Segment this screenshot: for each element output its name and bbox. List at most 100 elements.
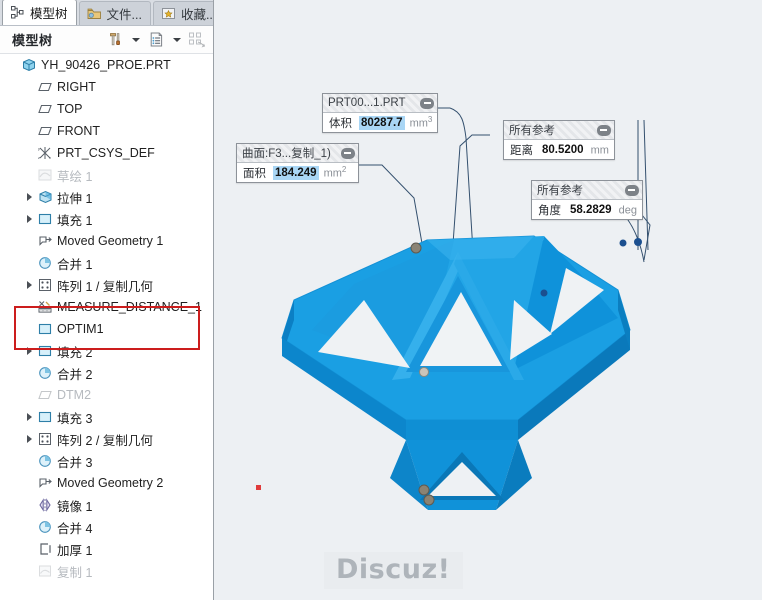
tree-item-19[interactable]: Moved Geometry 2 [0, 472, 213, 494]
angle-callout[interactable]: 所有参考 角度 58.2829 deg [531, 180, 643, 220]
tree-item-22[interactable]: 加厚 1 [0, 538, 213, 560]
tree-item-14[interactable]: 合并 2 [0, 362, 213, 384]
part-icon [20, 57, 38, 73]
discuz-watermark: Discuz! [324, 552, 463, 589]
angle-callout-title: 所有参考 [537, 185, 583, 197]
tab-model-tree-label: 模型树 [30, 7, 68, 21]
cad-solid-body [281, 235, 631, 510]
tree-item-7[interactable]: 填充 1 [0, 208, 213, 230]
tree-item-20[interactable]: 镜像 1 [0, 494, 213, 516]
minus-icon[interactable] [420, 97, 435, 109]
expand-toggle-icon[interactable] [22, 435, 36, 443]
folder-icon [87, 6, 102, 21]
tree-filter-off-icon[interactable] [185, 29, 209, 51]
merge-icon [36, 453, 54, 469]
list-settings-icon[interactable] [144, 29, 168, 51]
pattern-icon [36, 277, 54, 293]
display-chevron-down-icon[interactable] [170, 29, 183, 51]
expand-toggle-icon[interactable] [22, 347, 36, 355]
measure-distance-icon [36, 299, 54, 315]
model-tree-icon [10, 5, 25, 20]
merge-icon [36, 519, 54, 535]
tree-item-label: 合并 2 [57, 367, 93, 382]
tree-item-4[interactable]: y z x PRT_CSYS_DEF [0, 142, 213, 164]
cad-model-scene [281, 107, 651, 510]
datum-plane-icon [36, 101, 54, 117]
mirror-icon [36, 497, 54, 513]
volume-unit: mm3 [409, 115, 433, 130]
tree-item-5[interactable]: 草绘 1 [0, 164, 213, 186]
tree-item-1[interactable]: RIGHT [0, 76, 213, 98]
tab-favorites[interactable]: 收藏... [152, 1, 213, 25]
thicken-icon [36, 541, 54, 557]
area-callout-body: 面积 184.249 mm2 [237, 163, 358, 182]
tools-chevron-down-icon[interactable] [129, 29, 142, 51]
tree-item-9[interactable]: 合并 1 [0, 252, 213, 274]
tree-item-13[interactable]: 填充 2 [0, 340, 213, 362]
tree-item-label: 镜像 1 [57, 499, 93, 514]
tree-item-label: FRONT [57, 124, 101, 138]
tree-item-8[interactable]: Moved Geometry 1 [0, 230, 213, 252]
tree-item-0[interactable]: YH_90426_PROE.PRT [0, 54, 213, 76]
tree-item-12[interactable]: OPTIM1 [0, 318, 213, 340]
moved-geometry-icon [36, 233, 54, 249]
expand-toggle-icon[interactable] [22, 281, 36, 289]
model-tree-list[interactable]: YH_90426_PROE.PRT RIGHT TOP FRONT y z x PRT_CSY… [0, 54, 213, 599]
tree-item-label: 拉伸 1 [57, 191, 93, 206]
datum-plane-icon [36, 387, 54, 403]
angle-callout-header: 所有参考 [532, 181, 642, 200]
minus-icon[interactable] [624, 184, 639, 196]
distance-label: 距离 [510, 144, 533, 157]
tools-hammer-icon[interactable] [103, 29, 127, 51]
fill-icon [36, 321, 54, 337]
expand-toggle-icon[interactable] [22, 413, 36, 421]
svg-text:z: z [38, 155, 40, 160]
tree-item-11[interactable]: MEASURE_DISTANCE_1 [0, 296, 213, 318]
tree-item-label: TOP [57, 102, 83, 116]
minus-icon[interactable] [340, 147, 355, 159]
tree-item-10[interactable]: 阵列 1 / 复制几何 [0, 274, 213, 296]
3d-viewport[interactable]: Discuz! PRT00...1.PRT 体积 80287.7 mm3 曲面:… [214, 0, 762, 600]
datum-plane-icon [36, 123, 54, 139]
tree-toolbar-title: 模型树 [12, 33, 53, 48]
tree-item-label: OPTIM1 [57, 322, 104, 336]
tree-item-6[interactable]: 拉伸 1 [0, 186, 213, 208]
tree-item-18[interactable]: 合并 3 [0, 450, 213, 472]
tree-item-16[interactable]: 填充 3 [0, 406, 213, 428]
application-window: 模型树 文件... 收藏... 模型树 YH_90426_PROE.PRT RI… [0, 0, 762, 600]
tree-item-label: MEASURE_DISTANCE_1 [57, 300, 202, 314]
tree-item-15[interactable]: DTM2 [0, 384, 213, 406]
tree-item-2[interactable]: TOP [0, 98, 213, 120]
sketch-icon [36, 167, 54, 183]
svg-text:y: y [38, 146, 40, 151]
red-point-marker [256, 485, 261, 490]
expand-toggle-icon[interactable] [22, 215, 36, 223]
tree-item-3[interactable]: FRONT [0, 120, 213, 142]
svg-text:x: x [49, 155, 51, 160]
merge-icon [36, 365, 54, 381]
tree-item-label: 填充 2 [57, 345, 93, 360]
tree-item-label: 填充 3 [57, 411, 93, 426]
minus-icon[interactable] [596, 124, 611, 136]
volume-callout-title: PRT00...1.PRT [328, 97, 406, 109]
expand-toggle-icon[interactable] [22, 193, 36, 201]
angle-unit: deg [618, 204, 637, 217]
area-callout[interactable]: 曲面:F3...复制_1) 面积 184.249 mm2 [236, 143, 359, 183]
tree-item-label: 草绘 1 [57, 169, 93, 184]
tree-item-label: 复制 1 [57, 565, 93, 580]
distance-callout[interactable]: 所有参考 距离 80.5200 mm [503, 120, 615, 160]
volume-callout[interactable]: PRT00...1.PRT 体积 80287.7 mm3 [322, 93, 439, 133]
volume-value: 80287.7 [359, 115, 405, 130]
tree-item-label: 填充 1 [57, 213, 93, 228]
area-callout-title: 曲面:F3...复制_1) [242, 148, 331, 160]
distance-unit: mm [590, 144, 609, 157]
tree-item-21[interactable]: 合并 4 [0, 516, 213, 538]
tab-files[interactable]: 文件... [78, 1, 151, 25]
tree-item-label: Moved Geometry 1 [57, 234, 164, 248]
tree-item-17[interactable]: 阵列 2 / 复制几何 [0, 428, 213, 450]
distance-callout-title: 所有参考 [509, 125, 555, 137]
csys-icon: yz x [36, 145, 54, 161]
panel-tabstrip: 模型树 文件... 收藏... [0, 0, 213, 26]
tab-model-tree[interactable]: 模型树 [2, 0, 77, 25]
tree-item-23[interactable]: 复制 1 [0, 560, 213, 582]
